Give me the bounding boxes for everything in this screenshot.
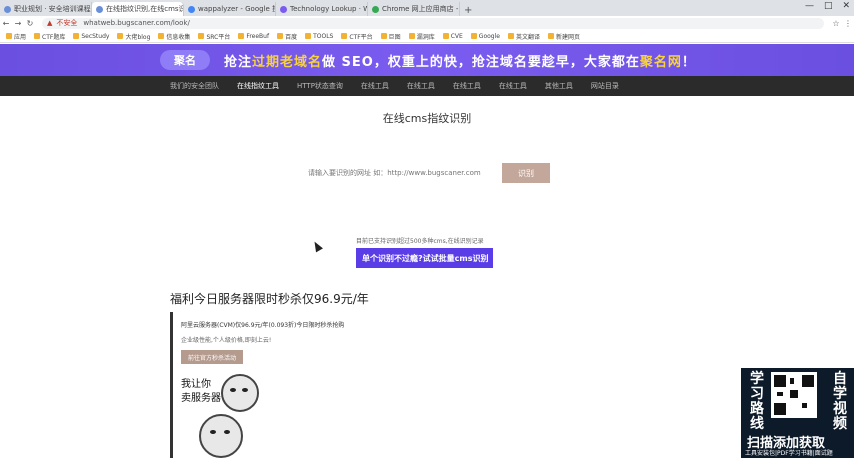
eye xyxy=(242,388,248,392)
url-text: whatweb.bugscaner.com/look/ xyxy=(83,19,190,27)
bookmarks-bar: 应用 CTF题库 SecStudy 大佬blog 信息收集 SRC平台 Free… xyxy=(0,30,854,43)
eye xyxy=(224,430,230,434)
bookmark-item[interactable]: 应用 xyxy=(6,32,26,41)
folder-icon xyxy=(117,33,124,39)
mouse-cursor-icon xyxy=(311,239,323,253)
reload-icon[interactable]: ↻ xyxy=(24,19,36,28)
folder-icon xyxy=(380,33,387,39)
maximize-button[interactable]: □ xyxy=(824,1,833,11)
folder-icon xyxy=(158,33,165,39)
promo-line: 企业级性能,个人级价格,即刻上云! xyxy=(181,337,272,344)
bookmark-item[interactable]: CTF平台 xyxy=(341,32,373,41)
page-title: 在线cms指纹识别 xyxy=(382,112,472,125)
bookmark-item[interactable]: 百度 xyxy=(277,32,297,41)
folder-icon xyxy=(238,33,245,39)
panda-face-icon xyxy=(221,374,259,412)
bookmark-item[interactable]: FreeBuf xyxy=(238,33,269,40)
bookmark-item[interactable]: SRC平台 xyxy=(198,32,230,41)
identify-button[interactable]: 识别 xyxy=(502,163,550,183)
chrome-store-icon xyxy=(372,5,379,13)
eye xyxy=(210,430,216,434)
insecure-warning-icon: ▲ xyxy=(47,19,53,27)
nav-item[interactable]: 在线工具 xyxy=(499,81,527,91)
qr-left-text: 学习路线 xyxy=(750,371,764,432)
close-window-button[interactable]: ✕ xyxy=(842,1,850,11)
folder-icon xyxy=(198,33,205,39)
qr-right-text: 自学视频 xyxy=(833,371,847,432)
url-field[interactable]: ▲ 不安全 whatweb.bugscaner.com/look/ xyxy=(42,17,824,29)
folder-icon xyxy=(470,33,477,39)
batch-identify-button[interactable]: 单个识别不过瘾?试试批量cms识别 xyxy=(356,248,493,268)
browser-tab[interactable]: wappalyzer - Google 搜索✕ xyxy=(184,2,276,16)
qr-subtitle: 工具安装包|PDF学习书籍|面试题 xyxy=(745,450,833,457)
nav-item[interactable]: 在线工具 xyxy=(407,81,435,91)
banner-slogan: 抢注过期老域名做 SEO，权重上的快，抢注域名要趁早，大家都在聚名网！ xyxy=(224,54,696,70)
google-icon xyxy=(188,5,195,13)
promo-button[interactable]: 前往官方秒杀活动 xyxy=(181,350,243,364)
star-icon[interactable]: ☆ xyxy=(830,19,842,28)
panda-face-icon xyxy=(199,414,243,458)
favicon-icon xyxy=(4,5,11,13)
browser-tab[interactable]: 职业规划 · 安全培训课程✕ xyxy=(0,2,92,16)
nav-item[interactable]: 我们的安全团队 xyxy=(170,81,219,91)
bookmark-item[interactable]: Google xyxy=(470,33,500,40)
bookmark-item[interactable]: 漏洞库 xyxy=(408,32,435,41)
apps-icon xyxy=(6,33,12,39)
forward-icon[interactable]: → xyxy=(12,19,24,28)
folder-icon xyxy=(547,33,554,39)
folder-icon xyxy=(408,33,415,39)
nav-item[interactable]: 在线工具 xyxy=(453,81,481,91)
browser-tab-active[interactable]: 在线指纹识别,在线cms识别✕ xyxy=(92,2,184,16)
back-icon[interactable]: ← xyxy=(0,19,12,28)
bookmark-item[interactable]: CVE xyxy=(442,33,463,40)
folder-icon xyxy=(507,33,514,39)
bookmark-item[interactable]: 巨图 xyxy=(380,32,401,41)
promo-line[interactable]: 阿里云服务器(CVM)仅96.9元/年(0.093折)今日限时秒杀抢购 xyxy=(181,320,345,329)
bookmark-item[interactable]: TOOLS xyxy=(305,33,333,40)
url-input[interactable] xyxy=(302,163,496,183)
new-tab-button[interactable]: + xyxy=(460,5,476,16)
promo-title: 福利今日服务器限时秒杀仅96.9元/年 xyxy=(170,292,369,306)
folder-icon xyxy=(341,33,348,39)
bookmark-item[interactable]: 信息收集 xyxy=(158,32,190,41)
bookmark-item[interactable]: 大佬blog xyxy=(117,32,150,41)
nav-item[interactable]: 在线工具 xyxy=(361,81,389,91)
eye xyxy=(230,388,236,392)
banner-logo: 聚名 xyxy=(160,50,210,70)
meme-image: 我让你 卖服务器 xyxy=(181,374,301,458)
folder-icon xyxy=(305,33,312,39)
nav-item-active[interactable]: 在线指纹工具 xyxy=(237,81,279,91)
browser-tab-bar: 职业规划 · 安全培训课程✕ 在线指纹识别,在线cms识别✕ wappalyze… xyxy=(0,0,854,16)
qr-ad-overlay: 学习路线 自学视频 扫描添加获取 工具安装包|PDF学习书籍|面试题 xyxy=(741,368,854,458)
window-controls: — □ ✕ xyxy=(805,1,850,11)
nav-item[interactable]: 网站目录 xyxy=(591,81,619,91)
wappalyzer-icon xyxy=(280,5,287,13)
nav-item[interactable]: 其他工具 xyxy=(545,81,573,91)
search-form: 识别 xyxy=(302,163,550,183)
site-nav: 我们的安全团队 在线指纹工具 HTTP状态查询 在线工具 在线工具 在线工具 在… xyxy=(0,76,854,96)
favicon-icon xyxy=(96,5,103,13)
folder-icon xyxy=(277,33,284,39)
bookmark-item[interactable]: SecStudy xyxy=(73,33,109,40)
qr-code-icon xyxy=(771,372,817,418)
bookmark-item[interactable]: 新建网页 xyxy=(547,32,580,41)
folder-icon xyxy=(34,33,41,39)
folder-icon xyxy=(73,33,80,39)
support-notice[interactable]: 目前已支持识别超过500多种cms,在线识别记录 xyxy=(356,236,484,245)
bookmark-item[interactable]: CTF题库 xyxy=(34,32,65,41)
security-label: 不安全 xyxy=(56,19,78,27)
folder-icon xyxy=(442,33,449,39)
bookmark-item[interactable]: 英文翻译 xyxy=(507,32,540,41)
ad-banner[interactable]: 聚名 抢注过期老域名做 SEO，权重上的快，抢注域名要趁早，大家都在聚名网！ xyxy=(0,44,854,76)
minimize-button[interactable]: — xyxy=(805,1,814,11)
menu-icon[interactable]: ⋮ xyxy=(842,19,854,28)
browser-tab[interactable]: Technology Lookup · Wappal✕ xyxy=(276,2,368,16)
browser-tab[interactable]: Chrome 网上应用商店 - wappal✕ xyxy=(368,2,460,16)
meme-caption: 我让你 卖服务器 xyxy=(181,379,221,404)
promo-box: 阿里云服务器(CVM)仅96.9元/年(0.093折)今日限时秒杀抢购 企业级性… xyxy=(170,312,345,458)
nav-item[interactable]: HTTP状态查询 xyxy=(297,81,343,91)
address-bar-row: ← → ↻ ▲ 不安全 whatweb.bugscaner.com/look/ … xyxy=(0,16,854,31)
